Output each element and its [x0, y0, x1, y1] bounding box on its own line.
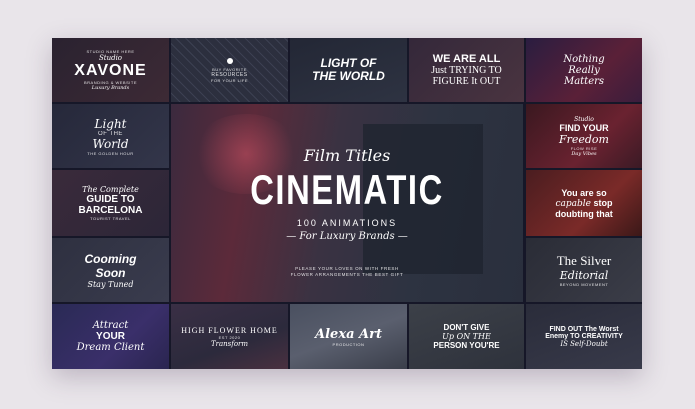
dont-give-line2: Up ON THE [442, 332, 491, 341]
freedom-line3: FLOW RISE [570, 145, 598, 151]
neon-small3: FOR YOUR LIFE [210, 77, 249, 83]
we-are-all-line3: FIGURE It OUT [432, 76, 501, 87]
freedom-script: Studio [574, 115, 594, 123]
hero-script-title: Film Titles [303, 146, 391, 165]
coming-line2: Soon [95, 265, 126, 280]
find-out-line1: FIND OUT The Worst [549, 325, 619, 333]
light-script-line1: Light [94, 116, 127, 131]
silver-line1: The Silver [556, 253, 612, 268]
hero-subtitle: 100 ANIMATIONS [296, 218, 398, 228]
high-flower-line1: HIGH FLOWER HOME [181, 325, 278, 335]
hero-main-title: CINEMATIC [250, 166, 444, 213]
tile-find-freedom[interactable]: Studio FIND YOUR Freedom FLOW RISE Day V… [526, 104, 642, 168]
tile-attract-client[interactable]: Attract YOUR Dream Client [52, 304, 169, 369]
tile-xavone[interactable]: STUDIO NAME HERE Studio XAVONE BRANDING … [52, 38, 169, 102]
dont-give-line3: PERSON YOU'RE [433, 341, 500, 350]
xavone-small: STUDIO NAME HERE [86, 49, 135, 54]
xavone-title: XAVONE [74, 62, 147, 79]
tile-nothing-matters[interactable]: Nothing Really Matters [526, 38, 642, 102]
alexa-title: Alexa Art [315, 326, 382, 342]
nothing-line2: Really [568, 64, 600, 76]
tile-dont-give-up[interactable]: DON'T GIVE Up ON THE PERSON YOU'RE [409, 304, 524, 369]
template-preview-board: STUDIO NAME HERE Studio XAVONE BRANDING … [52, 38, 642, 369]
coming-line3: Stay Tuned [87, 279, 134, 289]
find-out-line3: IS Self-Doubt [560, 339, 608, 348]
silver-line2: Editorial [559, 269, 609, 282]
light-world-title: LIGHT OF THE WORLD [312, 56, 385, 83]
hero-cinematic[interactable]: Film Titles CINEMATIC 100 ANIMATIONS — F… [171, 104, 523, 302]
high-flower-script: Transform [210, 339, 249, 348]
capable-line3: stop [593, 197, 613, 208]
tile-neon-fence[interactable]: BUY FAVORITE RESOURCES FOR YOUR LIFE [171, 38, 288, 102]
high-flower-small: EST 2020 [218, 334, 241, 340]
tile-light-of-world[interactable]: LIGHT OF THE WORLD [290, 38, 407, 102]
freedom-line2: Freedom [558, 132, 609, 146]
tile-alexa-art[interactable]: Alexa Art Production [290, 304, 407, 369]
nothing-line3: Matters [563, 75, 605, 87]
dont-give-line1: DON'T GIVE [443, 323, 490, 332]
xavone-script2: Luxury Brands [91, 85, 130, 91]
light-bulb-icon [226, 57, 233, 64]
we-are-all-line2: Just TRYING TO [431, 65, 502, 76]
barcelona-script: The Complete [82, 185, 139, 194]
attract-line2: YOUR [96, 331, 125, 342]
barcelona-line1: GUIDE TO [86, 194, 135, 205]
tile-light-script[interactable]: Light OF THE World The Golden Hour [52, 104, 169, 168]
attract-line3: Dream Client [76, 342, 145, 353]
hero-note: PLEASE YOUR LOVES ON WITH FRESH FLOWER A… [171, 266, 523, 278]
barcelona-small: Tourist Travel [90, 216, 131, 221]
capable-line2: capable [555, 198, 591, 209]
freedom-line1: FIND YOUR [559, 122, 609, 133]
xavone-small2: BRANDING & WEBSITE [83, 80, 137, 85]
hero-tagline: — For Luxury Brands — [286, 231, 408, 242]
hero-note-line2: FLOWER ARRANGEMENTS THE BEST GIFT [290, 272, 404, 277]
alexa-small: Production [332, 341, 365, 347]
light-script-line3: World [92, 136, 129, 151]
attract-line1: Attract [92, 320, 129, 331]
tile-high-flower-home[interactable]: HIGH FLOWER HOME EST 2020 Transform [171, 304, 288, 369]
tile-find-out[interactable]: FIND OUT The Worst Enemy TO CREATIVITY I… [526, 304, 642, 369]
silver-small: BEYOND MOVEMENT [559, 282, 609, 287]
nothing-line1: Nothing [563, 53, 605, 65]
tile-silver-editorial[interactable]: The Silver Editorial BEYOND MOVEMENT [526, 238, 642, 302]
capable-line4: doubting that [555, 208, 613, 219]
tile-coming-soon[interactable]: Cooming Soon Stay Tuned [52, 238, 169, 302]
xavone-script: Studio [98, 54, 123, 62]
tile-we-are-all[interactable]: WE ARE ALL Just TRYING TO FIGURE It OUT [409, 38, 524, 102]
light-script-small: The Golden Hour [87, 150, 134, 156]
freedom-small: Day Vibes [571, 150, 597, 157]
we-are-all-line1: WE ARE ALL [432, 53, 501, 65]
find-out-line2: Enemy TO CREATIVITY [545, 332, 623, 340]
tile-capable[interactable]: You are so capable stop doubting that [526, 170, 642, 236]
tile-barcelona[interactable]: The Complete GUIDE TO BARCELONA Tourist … [52, 170, 169, 236]
light-script-line2: OF THE [98, 130, 123, 137]
capable-line1: You are so [561, 187, 607, 198]
barcelona-line2: BARCELONA [78, 205, 143, 216]
coming-line1: Cooming [84, 251, 137, 266]
